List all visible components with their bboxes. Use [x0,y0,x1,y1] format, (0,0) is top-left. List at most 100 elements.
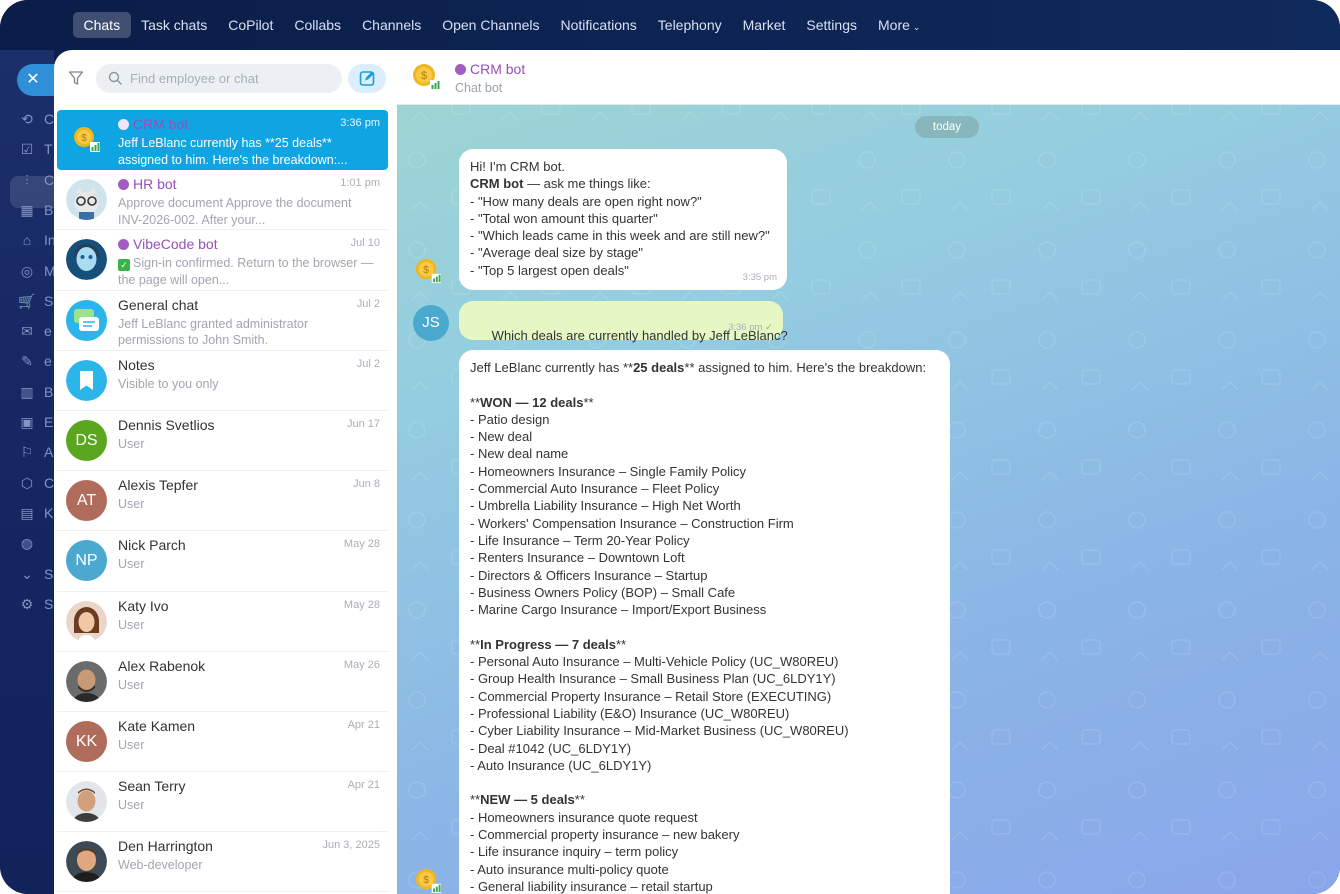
rail-item-label: S [44,565,54,582]
nav-market[interactable]: Market [732,12,796,38]
crm-bot-avatar[interactable]: $ [412,63,440,91]
chat-item-alex-rabenok[interactable]: Alex Rabenok May 26 User [57,652,388,712]
chat-item-crm-bot[interactable]: $ CRM bot 3:36 pm Jeff LeBlanc currently ha… [57,110,388,171]
rail-item-label: A [44,444,54,461]
chat-time: Jul 2 [356,357,380,370]
new-chat-button[interactable] [348,64,386,93]
chat-name: Notes [118,357,155,373]
avatar [66,359,107,401]
rail-item-icon[interactable]: ▥ [18,383,36,401]
deal-item: - New deal name [470,446,569,462]
search-input[interactable] [130,64,330,93]
bold-text: NEW — 5 deals [480,792,575,808]
chat-preview: Web-developer [118,857,378,874]
chat-name-text: Alex Rabenok [118,657,206,674]
deal-item: - New deal [470,429,533,445]
rail-item-icon[interactable]: ⚐ [18,443,36,461]
nav-task-chats[interactable]: Task chats [131,12,218,38]
chat-preview: User [118,737,378,754]
avatar: NP [66,540,107,582]
rail-item-icon[interactable]: ▤ [18,504,36,522]
chat-name-text: Alexis Tepfer [118,477,198,494]
nav-notifications[interactable]: Notifications [550,12,647,38]
rail-item-icon[interactable]: ⟲ [18,110,36,128]
chat-time: Jun 8 [353,478,380,491]
user-avatar[interactable]: JS [413,305,449,341]
rail-item-icon[interactable]: ▣ [18,413,36,431]
rail-item-icon[interactable]: ◍ [18,534,36,552]
avatar [66,781,107,823]
bold-text: CRM bot [470,176,524,192]
rail-item-icon[interactable]: 🛒 [18,292,36,310]
crm-bot-message-avatar[interactable]: $ [415,258,441,284]
rail-item-icon[interactable]: ✎ [18,352,36,370]
text: ** [470,792,481,808]
crm-bot-message-avatar-2[interactable]: $ [415,868,441,894]
nav-more-label: More [878,17,910,33]
rail-item-icon[interactable]: ⌂ [18,231,36,249]
rail-item-icon[interactable]: ⌄ [18,565,36,583]
text: ** [615,636,627,652]
chat-preview-text: User [118,737,145,752]
chat-item-vibecode-bot[interactable]: VibeCode bot Jul 10 ✓ Sign-in confirmed. Re… [57,230,388,291]
rail-item-icon[interactable]: ☑ [18,140,36,158]
nav-channels[interactable]: Channels [352,12,432,38]
chat-item-dennis-svetlios[interactable]: DS Dennis Svetlios Jun 17 User [57,411,388,472]
rail-item-icon[interactable]: ◎ [18,262,36,280]
chat-preview: Visible to you only [118,376,378,393]
message-line: - "Total won amount this quarter" [470,210,658,226]
chat-name: VibeCode bot [118,236,218,252]
text: ** [583,394,594,410]
rail-item-icon[interactable]: ⚙ [18,595,36,613]
nav-more[interactable]: More ⌄ [868,12,931,38]
bold-text: 25 deals [633,360,685,375]
deal-item: - Renters Insurance – Downtown Loft [470,550,685,566]
rail-item-icon[interactable]: ▦ [18,201,36,219]
rail-item-icon[interactable]: ⬡ [18,474,36,492]
chat-title[interactable]: CRM bot [455,61,525,77]
rail-item-label: E [44,414,54,430]
bold-text: WON — 12 deals [480,394,584,410]
nav-collabs[interactable]: Collabs [284,12,352,38]
chat-name-text: VibeCode bot [133,236,218,253]
close-icon[interactable]: ✕ [17,64,57,96]
filter-icon[interactable] [68,70,84,86]
rail-item-icon[interactable]: ⫶ [18,171,36,189]
chat-item-hr-bot[interactable]: HR bot 1:01 pm Approve document Approve th… [57,170,388,231]
chat-time: Apr 21 [347,779,380,792]
rail-item-icon[interactable]: ✉ [18,322,36,340]
chat-name-text: Notes [118,356,155,373]
chat-name: Nick Parch [118,537,186,553]
chat-item-nick-parch[interactable]: NP Nick Parch May 28 User [57,531,388,592]
user-message: Which deals are currently handled by Jef… [459,301,788,343]
message-line-text: — ask me things like: [527,176,651,192]
chat-item-sean-terry[interactable]: Sean Terry Apr 21 User [57,772,388,833]
chat-time: Jun 17 [346,417,380,430]
rail-item-label: K [44,504,54,521]
chat-item-den-harrington[interactable]: Den Harrington Jun 3, 2025 Web-developer [57,832,388,893]
message-time: 3:36 pm ✓ [728,321,773,333]
chat-item-alexis-tepfer[interactable]: AT Alexis Tepfer Jun 8 User [57,471,388,532]
chat-time: Jun 3, 2025 [322,839,381,852]
chat-item-notes[interactable]: Notes Jul 2 Visible to you only [57,351,388,411]
rail-item-label: C [44,474,55,491]
chat-item-kate-kamen[interactable]: KK Kate Kamen Apr 21 User [57,712,388,773]
deal-item: - Auto insurance multi-policy quote [470,861,669,877]
chat-preview-text: User [118,557,145,572]
bot-badge-icon [118,239,129,251]
chat-preview-text: User [118,436,145,451]
nav-settings[interactable]: Settings [796,12,868,38]
chat-item-katy-ivo[interactable]: Katy Ivo May 28 User [57,592,388,652]
chat-item-general-chat[interactable]: General chat Jul 2 Jeff LeBlanc granted ad… [57,291,388,351]
chat-name-text: Katy Ivo [118,597,169,614]
deal-item: - Commercial Property Insurance – Retail… [470,688,832,704]
rail-item-label: C [44,111,55,127]
nav-open-channels[interactable]: Open Channels [432,12,550,38]
nav-telephony[interactable]: Telephony [647,12,732,38]
nav-copilot[interactable]: CoPilot [218,12,284,38]
chat-preview-text: Visible to you only [118,376,219,391]
chat-name: Sean Terry [118,778,185,794]
nav-chats[interactable]: Chats [73,12,131,38]
search-box [96,64,342,93]
